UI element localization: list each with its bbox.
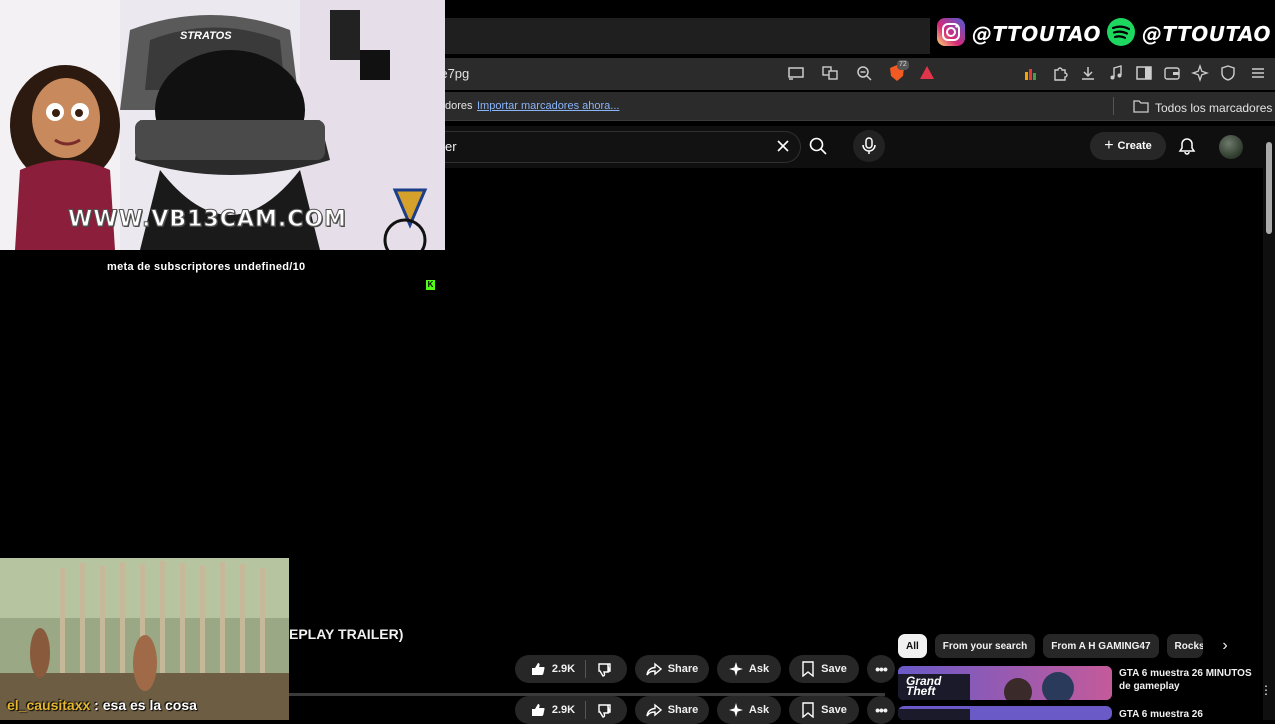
import-bookmarks-link[interactable]: Importar marcadores ahora... (477, 100, 619, 112)
like-button[interactable]: 2.9K (520, 655, 585, 683)
recommended-video-thumbnail[interactable]: Grand Theft (898, 666, 1112, 700)
chip-all[interactable]: All (898, 634, 927, 658)
bookmark-icon (802, 661, 814, 677)
bookmark-icon (802, 702, 814, 718)
shields-badge: 72 (897, 60, 909, 70)
voice-search-button[interactable] (853, 130, 885, 162)
instagram-handle: @TTOUTAO (972, 22, 1101, 46)
share-label: Share (667, 663, 699, 675)
more-horizontal-icon: ••• (875, 661, 888, 677)
extension-bars-icon[interactable] (1021, 64, 1041, 84)
all-bookmarks-label: Todos los marcadores (1155, 100, 1273, 115)
chip-rockstar[interactable]: Rocks (1166, 634, 1203, 658)
dislike-button[interactable] (586, 655, 622, 683)
chip-from-channel[interactable]: From A H GAMING47 (1043, 634, 1159, 658)
thumbs-down-icon (598, 663, 611, 677)
share-button[interactable]: Share (635, 655, 709, 683)
download-icon[interactable] (1078, 64, 1098, 84)
more-actions-button[interactable]: ••• (867, 655, 895, 683)
chat-separator: : (90, 697, 103, 713)
search-input[interactable] (445, 131, 801, 163)
search-query-text[interactable]: er (445, 139, 457, 154)
save-label: Save (821, 704, 847, 716)
create-button[interactable]: + Create (1090, 132, 1166, 160)
share-icon (646, 703, 662, 717)
recommended-thumbnail-image (898, 706, 1112, 720)
like-dislike-group: 2.9K (515, 655, 627, 683)
recommendation-chips: All From your search From A H GAMING47 R… (898, 634, 1203, 658)
cap-logo-text: STRATOS (180, 30, 232, 42)
scrollbar-thumb[interactable] (1266, 142, 1272, 234)
spotify-icon (1106, 17, 1136, 52)
like-count: 2.9K (551, 704, 576, 716)
spotify-handle: @TTOUTAO (1142, 22, 1271, 46)
leo-ai-icon[interactable] (1190, 64, 1210, 84)
cast-icon[interactable] (786, 64, 806, 84)
thumbs-up-icon (531, 663, 545, 676)
translate-icon[interactable] (820, 64, 840, 84)
folder-icon (1133, 99, 1149, 116)
browser-menu-icon[interactable] (1248, 64, 1268, 84)
more-horizontal-icon: ••• (875, 702, 888, 718)
subscriber-goal: meta de subscriptores undefined/10 (107, 261, 306, 273)
bookmarks-prefix: dores (445, 100, 473, 112)
notifications-bell-icon[interactable] (1178, 137, 1196, 155)
brave-shields-icon[interactable]: 72 (887, 60, 909, 84)
ask-label: Ask (748, 663, 770, 675)
more-vertical-icon[interactable]: ⋮ (1260, 683, 1272, 697)
account-avatar[interactable] (1219, 135, 1243, 159)
spotify-badge: @TTOUTAO (1100, 14, 1275, 54)
vpn-shield-icon[interactable] (1218, 64, 1238, 84)
sparkle-icon (728, 703, 743, 717)
chat-message: el_causitaxx : esa es la cosa (7, 697, 197, 713)
webcam-watermark: WWW.VB13CAM.COM (68, 207, 347, 233)
ask-label: Ask (748, 704, 770, 716)
instagram-badge: @TTOUTAO (930, 14, 1107, 54)
create-label: Create (1117, 140, 1152, 152)
recommended-video-thumbnail[interactable] (898, 706, 1112, 720)
chat-username: el_causitaxx (7, 697, 91, 713)
save-label: Save (821, 663, 847, 675)
sidebar-icon[interactable] (1134, 64, 1154, 84)
clear-search-icon[interactable] (774, 137, 792, 155)
like-count: 2.9K (551, 663, 576, 675)
overlay-video-image (0, 558, 289, 720)
search-icon[interactable] (808, 136, 828, 156)
chip-from-your-search[interactable]: From your search (934, 634, 1036, 658)
kick-icon: K (426, 280, 435, 290)
brave-rewards-icon[interactable] (917, 64, 937, 84)
media-music-icon[interactable] (1106, 64, 1126, 84)
thumbs-up-icon (531, 704, 545, 717)
video-title: EPLAY TRAILER) (289, 626, 404, 642)
recommended-thumbnail-text: Grand Theft (906, 674, 942, 698)
video-actions-row: 2.9K Share Ask Save ••• (515, 655, 895, 683)
plus-icon: + (1104, 137, 1114, 154)
instagram-icon (936, 17, 966, 52)
bookmarks-divider (1113, 97, 1114, 115)
chevron-right-icon[interactable]: › (1215, 636, 1235, 656)
extensions-puzzle-icon[interactable] (1050, 64, 1070, 84)
recommended-video-title[interactable]: GTA 6 muestra 26 (1119, 708, 1259, 721)
share-label: Share (667, 704, 699, 716)
ask-button[interactable]: Ask (717, 655, 781, 683)
chat-text: esa es la cosa (102, 697, 197, 713)
share-icon (646, 662, 662, 676)
zoom-out-icon[interactable] (854, 64, 874, 84)
save-button[interactable]: Save (789, 655, 859, 683)
thumbs-down-icon (598, 704, 611, 718)
overlay-video-clip (0, 558, 289, 720)
sparkle-icon (728, 662, 743, 676)
microphone-icon (862, 137, 876, 154)
all-bookmarks-button[interactable]: Todos los marcadores (1133, 99, 1272, 116)
wallet-icon[interactable] (1162, 64, 1182, 84)
recommended-video-title[interactable]: GTA 6 muestra 26 MINUTOS de gameplay (1119, 667, 1259, 693)
webcam-overlay: STRATOS WWW.VB13CAM.COM (0, 0, 445, 250)
